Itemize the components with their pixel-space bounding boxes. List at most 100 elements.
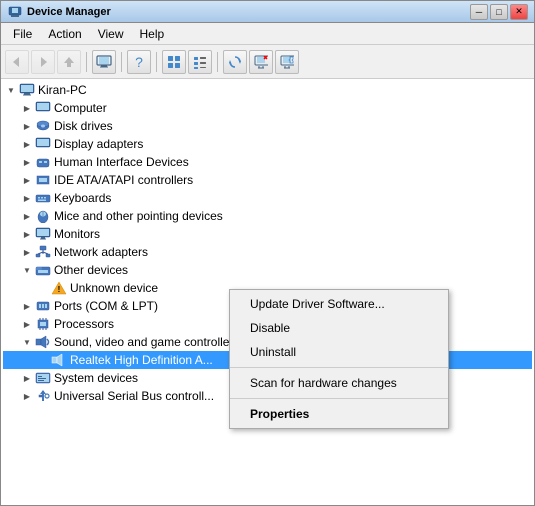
- tree-expander-monitors[interactable]: ▶: [19, 225, 35, 243]
- usb-label: Universal Serial Bus controll...: [54, 389, 214, 403]
- tree-expander-system[interactable]: ▶: [19, 369, 35, 387]
- system-icon: [35, 370, 51, 386]
- toolbar-sep-2: [121, 52, 122, 72]
- disk-label: Disk drives: [54, 119, 113, 133]
- monitor-icon: [35, 226, 51, 242]
- disk-icon: [35, 118, 51, 134]
- usb-icon: [35, 388, 51, 404]
- unknown-label: Unknown device: [70, 281, 158, 295]
- toolbar: ?: [1, 45, 534, 79]
- monitors-label: Monitors: [54, 227, 100, 241]
- toolbar-view1-button[interactable]: [162, 50, 186, 74]
- tree-expander-processors[interactable]: ▶: [19, 315, 35, 333]
- tree-expander-ide[interactable]: ▶: [19, 171, 35, 189]
- network-icon: [35, 244, 51, 260]
- tree-item-disk[interactable]: ▶ Disk drives: [3, 117, 532, 135]
- minimize-button[interactable]: ─: [470, 4, 488, 20]
- tree-expander-ports[interactable]: ▶: [19, 297, 35, 315]
- menu-help[interactable]: Help: [132, 24, 173, 44]
- display-label: Display adapters: [54, 137, 143, 151]
- ports-icon: [35, 298, 51, 314]
- tree-expander-mice[interactable]: ▶: [19, 207, 35, 225]
- tree-item-root[interactable]: ▼ Kiran-PC: [3, 81, 532, 99]
- tree-item-other[interactable]: ▼ Other devices: [3, 261, 532, 279]
- title-bar-icon: [7, 4, 23, 20]
- ctx-uninstall[interactable]: Uninstall: [230, 340, 448, 364]
- menu-view[interactable]: View: [90, 24, 132, 44]
- close-button[interactable]: ✕: [510, 4, 528, 20]
- network-label: Network adapters: [54, 245, 148, 259]
- tree-item-mice[interactable]: ▶ Mice and other pointing devices: [3, 207, 532, 225]
- menu-bar: File Action View Help: [1, 23, 534, 45]
- tree-expander-keyboards[interactable]: ▶: [19, 189, 35, 207]
- tree-expander-sound[interactable]: ▼: [19, 333, 35, 351]
- tree-expander-hid[interactable]: ▶: [19, 153, 35, 171]
- hid-icon: [35, 154, 51, 170]
- main-content: ▼ Kiran-PC ▶: [1, 79, 534, 505]
- computer-label: Computer: [54, 101, 107, 115]
- tree-expander-computer[interactable]: ▶: [19, 99, 35, 117]
- display-icon: [35, 136, 51, 152]
- tree-expander-network[interactable]: ▶: [19, 243, 35, 261]
- ctx-sep-1: [230, 367, 448, 368]
- tree-item-hid[interactable]: ▶ Human Interface Devices: [3, 153, 532, 171]
- toolbar-help-button[interactable]: ?: [127, 50, 151, 74]
- sound-label: Sound, video and game controllers: [54, 335, 239, 349]
- toolbar-refresh-button[interactable]: [223, 50, 247, 74]
- tree-expander-usb[interactable]: ▶: [19, 387, 35, 405]
- ports-label: Ports (COM & LPT): [54, 299, 158, 313]
- toolbar-forward-button[interactable]: [31, 50, 55, 74]
- maximize-button[interactable]: □: [490, 4, 508, 20]
- ide-icon: [35, 172, 51, 188]
- menu-action[interactable]: Action: [40, 24, 89, 44]
- toolbar-back-button[interactable]: [5, 50, 29, 74]
- ctx-disable[interactable]: Disable: [230, 316, 448, 340]
- ctx-sep-2: [230, 398, 448, 399]
- toolbar-up-button[interactable]: [57, 50, 81, 74]
- tree-item-monitors[interactable]: ▶ Monitors: [3, 225, 532, 243]
- window-title: Device Manager: [27, 6, 470, 18]
- context-menu: Update Driver Software... Disable Uninst…: [229, 289, 449, 429]
- ctx-properties[interactable]: Properties: [230, 402, 448, 426]
- title-bar: Device Manager ─ □ ✕: [1, 1, 534, 23]
- other-icon: [35, 262, 51, 278]
- menu-file[interactable]: File: [5, 24, 40, 44]
- hid-label: Human Interface Devices: [54, 155, 189, 169]
- warning-icon: !: [51, 280, 67, 296]
- device-manager-window: Device Manager ─ □ ✕ File Action View He…: [0, 0, 535, 506]
- system-label: System devices: [54, 371, 138, 385]
- processor-icon: [35, 316, 51, 332]
- ide-label: IDE ATA/ATAPI controllers: [54, 173, 193, 187]
- root-label: Kiran-PC: [38, 83, 87, 97]
- tree-item-ide[interactable]: ▶ IDE ATA/ATAPI controllers: [3, 171, 532, 189]
- processors-label: Processors: [54, 317, 114, 331]
- mice-label: Mice and other pointing devices: [54, 209, 223, 223]
- toolbar-view2-button[interactable]: [188, 50, 212, 74]
- ctx-scan[interactable]: Scan for hardware changes: [230, 371, 448, 395]
- sound-icon: [35, 334, 51, 350]
- title-bar-buttons: ─ □ ✕: [470, 4, 528, 20]
- computer-icon: [19, 82, 35, 98]
- tree-item-computer[interactable]: ▶ Computer: [3, 99, 532, 117]
- svg-text:!: !: [58, 285, 61, 294]
- tree-expander-root[interactable]: ▼: [3, 81, 19, 99]
- toolbar-sep-1: [86, 52, 87, 72]
- realtek-label: Realtek High Definition A...: [70, 353, 213, 367]
- tree-expander-other[interactable]: ▼: [19, 261, 35, 279]
- toolbar-settings-button[interactable]: [275, 50, 299, 74]
- tree-item-keyboards[interactable]: ▶ Keyboards: [3, 189, 532, 207]
- tree-expander-display[interactable]: ▶: [19, 135, 35, 153]
- computer-device-icon: [35, 100, 51, 116]
- other-label: Other devices: [54, 263, 128, 277]
- tree-expander-disk[interactable]: ▶: [19, 117, 35, 135]
- ctx-update[interactable]: Update Driver Software...: [230, 292, 448, 316]
- keyboard-icon: [35, 190, 51, 206]
- mouse-icon: [35, 208, 51, 224]
- toolbar-remove-button[interactable]: [249, 50, 273, 74]
- toolbar-computer-button[interactable]: [92, 50, 116, 74]
- tree-item-network[interactable]: ▶ Network adapters: [3, 243, 532, 261]
- tree-item-display[interactable]: ▶ Display adapters: [3, 135, 532, 153]
- audio-device-icon: [51, 352, 67, 368]
- toolbar-sep-4: [217, 52, 218, 72]
- toolbar-sep-3: [156, 52, 157, 72]
